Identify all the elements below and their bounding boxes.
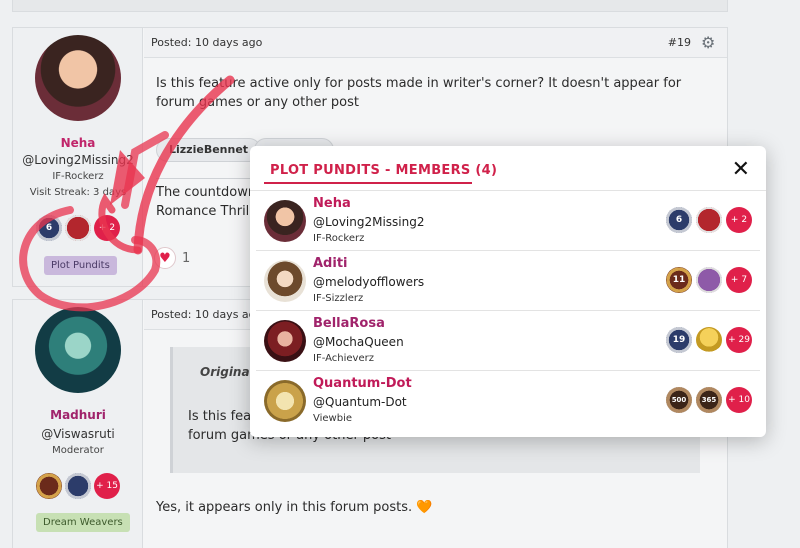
- user-info-panel: Neha @Loving2Missing2 IF-Rockerz Visit S…: [13, 28, 143, 286]
- badge-icon[interactable]: 500: [666, 387, 692, 413]
- post-text: Is this feature active only for posts ma…: [156, 76, 682, 110]
- username[interactable]: Neha: [13, 136, 143, 150]
- member-rank: IF-Rockerz: [313, 233, 365, 244]
- member-handle[interactable]: @MochaQueen: [313, 335, 404, 349]
- visit-streak: Visit Streak: 3 days: [29, 187, 127, 198]
- more-badges-button[interactable]: + 2: [726, 207, 752, 233]
- member-handle[interactable]: @Quantum-Dot: [313, 395, 407, 409]
- member-name[interactable]: Aditi: [313, 256, 348, 271]
- member-name[interactable]: Neha: [313, 196, 351, 211]
- avatar[interactable]: [264, 200, 306, 242]
- post-text: Romance Thrille: [156, 204, 261, 219]
- badge-row: 11 + 7: [666, 267, 752, 293]
- avatar[interactable]: [35, 307, 121, 393]
- tag-pill[interactable]: LizzieBennet: [156, 138, 262, 162]
- posted-time: Posted: 10 days ago: [151, 308, 263, 321]
- badge-icon[interactable]: [65, 215, 91, 241]
- member-row[interactable]: Aditi @melodyofflowers IF-Sizzlerz 11 + …: [256, 251, 760, 311]
- previous-post-stub: [12, 0, 728, 12]
- avatar[interactable]: [264, 260, 306, 302]
- badge-number: 500: [671, 396, 687, 404]
- bell-badge-icon[interactable]: [696, 327, 722, 353]
- badge-row: 6 + 2: [666, 207, 752, 233]
- badge-icon[interactable]: 11: [666, 267, 692, 293]
- member-row[interactable]: Neha @Loving2Missing2 IF-Rockerz 6 + 2: [256, 191, 760, 251]
- avatar[interactable]: [264, 380, 306, 422]
- more-badges-button[interactable]: + 29: [726, 327, 752, 353]
- title-underline: [264, 182, 472, 184]
- divider: [156, 178, 256, 179]
- member-name[interactable]: BellaRosa: [313, 316, 385, 331]
- member-name[interactable]: Quantum-Dot: [313, 376, 412, 391]
- badge-icon[interactable]: [696, 267, 722, 293]
- badge-row: 6 + 2: [13, 215, 143, 241]
- badge-row: 19 + 29: [666, 327, 752, 353]
- close-icon[interactable]: ✕: [732, 158, 750, 182]
- badge-icon[interactable]: 6: [666, 207, 692, 233]
- more-badges-button[interactable]: + 10: [726, 387, 752, 413]
- badge-icon[interactable]: 19: [666, 327, 692, 353]
- badge-number: 365: [701, 396, 717, 404]
- badge-icon[interactable]: [696, 207, 722, 233]
- group-tag-dream-weavers[interactable]: Dream Weavers: [36, 513, 130, 532]
- badge-number: 19: [672, 335, 686, 345]
- user-info-panel: Madhuri @Viswasruti Moderator + 15 Dream…: [13, 300, 143, 548]
- members-modal: PLOT PUNDITS - MEMBERS (4) ✕ Neha @Lovin…: [250, 146, 766, 437]
- posted-time: Posted: 10 days ago: [151, 36, 263, 49]
- member-rank: Viewbie: [313, 413, 353, 424]
- reaction-count: 1: [182, 250, 191, 266]
- member-handle[interactable]: @Loving2Missing2: [313, 215, 425, 229]
- more-badges-button[interactable]: + 7: [726, 267, 752, 293]
- username[interactable]: Madhuri: [13, 408, 143, 422]
- member-handle[interactable]: @melodyofflowers: [313, 275, 424, 289]
- badge-icon[interactable]: 6: [36, 215, 62, 241]
- badge-icon[interactable]: [65, 473, 91, 499]
- avatar[interactable]: [35, 35, 121, 121]
- member-row[interactable]: BellaRosa @MochaQueen IF-Achieverz 19 + …: [256, 311, 760, 371]
- reaction[interactable]: ♥ 1: [154, 247, 190, 269]
- badge-number: 6: [675, 215, 683, 225]
- badge-row: + 15: [13, 473, 143, 499]
- badge-number: 11: [672, 275, 686, 285]
- member-row[interactable]: Quantum-Dot @Quantum-Dot Viewbie 500 365…: [256, 371, 760, 431]
- post-number[interactable]: #19: [668, 36, 691, 49]
- heart-icon[interactable]: ♥: [154, 247, 176, 269]
- modal-title: PLOT PUNDITS - MEMBERS (4): [270, 163, 498, 178]
- gear-icon[interactable]: ⚙: [701, 35, 717, 51]
- badge-icon[interactable]: 365: [696, 387, 722, 413]
- badge-icon[interactable]: [36, 473, 62, 499]
- user-handle[interactable]: @Loving2Missing2: [13, 153, 143, 167]
- member-rank: IF-Sizzlerz: [313, 293, 364, 304]
- user-handle[interactable]: @Viswasruti: [13, 427, 143, 441]
- badge-number: 6: [45, 223, 53, 233]
- post-text: The countdown: [156, 185, 257, 200]
- user-rank: IF-Rockerz: [52, 171, 104, 182]
- post-header: Posted: 10 days ago #19 ⚙: [144, 28, 727, 58]
- badge-row: 500 365 + 10: [666, 387, 752, 413]
- member-rank: IF-Achieverz: [313, 353, 374, 364]
- user-rank: Moderator: [52, 445, 104, 456]
- more-badges-button[interactable]: + 15: [94, 473, 120, 499]
- group-tag-plot-pundits[interactable]: Plot Pundits: [44, 256, 117, 275]
- avatar[interactable]: [264, 320, 306, 362]
- more-badges-button[interactable]: + 2: [94, 215, 120, 241]
- post-text: Yes, it appears only in this forum posts…: [156, 500, 433, 515]
